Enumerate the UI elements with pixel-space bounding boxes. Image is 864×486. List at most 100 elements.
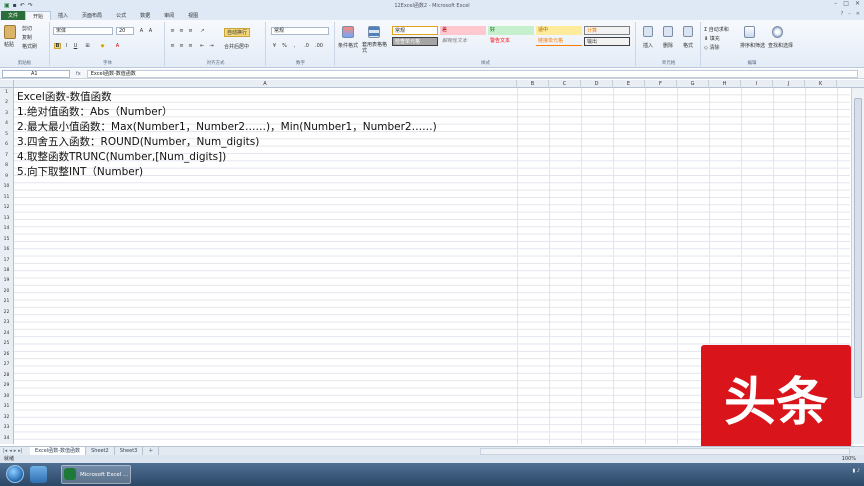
column-header-d[interactable]: D — [581, 80, 613, 88]
autosum-button[interactable]: Σ 自动求和 — [704, 26, 729, 33]
close-icon[interactable]: ✕ — [855, 0, 860, 7]
fill-color-icon[interactable]: ◆ — [99, 43, 106, 49]
help-icon[interactable]: ? — [841, 11, 844, 17]
align-bottom-icon[interactable]: ≡ — [187, 28, 194, 34]
currency-icon[interactable]: ¥ — [271, 43, 278, 49]
column-header-i[interactable]: I — [741, 80, 773, 88]
format-painter-button[interactable]: 格式刷 — [22, 43, 37, 50]
tab-data[interactable]: 数据 — [133, 11, 157, 20]
row-header[interactable]: 23 — [0, 318, 13, 328]
sheet-tab-3[interactable]: Sheet3 — [115, 447, 144, 455]
style-check-cell[interactable]: 检查单元格 — [392, 37, 438, 46]
style-linked-cell[interactable]: 链接单元格 — [536, 37, 582, 46]
volume-icon[interactable]: ♪ — [857, 468, 860, 474]
fx-icon[interactable]: fx — [76, 71, 81, 77]
row-header[interactable]: 11 — [0, 193, 13, 203]
column-header-k[interactable]: K — [805, 80, 837, 88]
style-normal[interactable]: 常规 — [392, 26, 438, 35]
style-calculation[interactable]: 计算 — [584, 26, 630, 35]
row-header[interactable]: 1 — [0, 88, 13, 98]
bold-icon[interactable]: B — [54, 43, 61, 49]
maximize-icon[interactable]: □ — [843, 0, 849, 7]
row-header[interactable]: 5 — [0, 130, 13, 140]
row-header[interactable]: 32 — [0, 413, 13, 423]
conditional-format-icon[interactable] — [342, 26, 354, 38]
row-header[interactable]: 34 — [0, 434, 13, 444]
tab-page-layout[interactable]: 页面布局 — [75, 11, 109, 20]
sort-filter-button[interactable]: 排序和筛选 — [740, 42, 765, 49]
start-button-icon[interactable] — [6, 465, 24, 483]
formula-input[interactable]: Excel函数-数值函数 — [86, 69, 858, 78]
sheet-tab-2[interactable]: Sheet2 — [86, 447, 115, 455]
font-color-icon[interactable]: A — [114, 43, 121, 49]
conditional-format-button[interactable]: 条件格式 — [338, 42, 358, 49]
row-header[interactable]: 17 — [0, 256, 13, 266]
style-warning[interactable]: 警告文本 — [488, 37, 534, 46]
format-cells-icon[interactable] — [683, 26, 693, 37]
italic-icon[interactable]: I — [63, 43, 70, 49]
ribbon-minimize-icon[interactable]: – — [848, 11, 851, 17]
row-header[interactable]: 33 — [0, 423, 13, 433]
horizontal-scrollbar[interactable] — [480, 448, 850, 455]
increase-decimal-icon[interactable]: .0 — [303, 43, 310, 49]
tab-insert[interactable]: 插入 — [51, 11, 75, 20]
border-icon[interactable]: ⊞ — [84, 43, 91, 49]
shrink-font-icon[interactable]: A — [147, 28, 154, 34]
minimize-icon[interactable]: – — [834, 0, 837, 7]
tab-file[interactable]: 文件 — [1, 11, 26, 20]
row-header[interactable]: 27 — [0, 360, 13, 370]
wrap-text-button[interactable]: 自动换行 — [224, 28, 251, 37]
row-header[interactable]: 19 — [0, 276, 13, 286]
delete-cells-button[interactable]: 删除 — [663, 42, 673, 49]
find-select-icon[interactable] — [772, 26, 783, 38]
column-header-b[interactable]: B — [517, 80, 549, 88]
cut-button[interactable]: 剪切 — [22, 25, 32, 32]
row-header[interactable]: 13 — [0, 214, 13, 224]
row-header[interactable]: 26 — [0, 350, 13, 360]
prev-sheet-icon[interactable]: ◂ — [9, 448, 12, 454]
row-header[interactable]: 20 — [0, 287, 13, 297]
comma-icon[interactable]: , — [291, 43, 298, 49]
number-format-select[interactable]: 常规 — [271, 27, 329, 35]
paste-icon[interactable] — [4, 25, 16, 39]
underline-icon[interactable]: U — [72, 43, 79, 49]
clear-button[interactable]: ◇ 清除 — [704, 44, 719, 51]
column-header-f[interactable]: F — [645, 80, 677, 88]
row-header[interactable]: 15 — [0, 235, 13, 245]
select-all-corner[interactable] — [0, 80, 14, 88]
column-header-a[interactable]: A — [14, 80, 517, 88]
browser-icon[interactable] — [30, 466, 47, 483]
cell-a1-text[interactable]: Excel函数-数值函数 — [17, 89, 112, 104]
vertical-scrollbar[interactable] — [851, 88, 864, 444]
row-header[interactable]: 16 — [0, 245, 13, 255]
align-center-icon[interactable]: ≡ — [178, 43, 185, 49]
style-neutral[interactable]: 适中 — [536, 26, 582, 35]
column-header-c[interactable]: C — [549, 80, 581, 88]
fill-button[interactable]: ⬇ 填充 — [704, 35, 720, 42]
percent-icon[interactable]: % — [281, 43, 288, 49]
decrease-indent-icon[interactable]: ⇤ — [199, 43, 206, 49]
sheet-tab-1[interactable]: Excel函数-数值函数 — [30, 447, 87, 455]
row-header[interactable]: 28 — [0, 371, 13, 381]
vertical-scroll-thumb[interactable] — [854, 98, 862, 398]
style-explanatory[interactable]: 解释性文本 — [440, 37, 486, 46]
delete-cells-icon[interactable] — [663, 26, 673, 37]
tab-review[interactable]: 审阅 — [157, 11, 181, 20]
align-top-icon[interactable]: ≡ — [169, 28, 176, 34]
format-as-table-button[interactable]: 套用表格格式 — [362, 42, 390, 54]
row-header[interactable]: 18 — [0, 266, 13, 276]
font-size-select[interactable]: 20 — [116, 27, 134, 35]
insert-cells-button[interactable]: 插入 — [643, 42, 653, 49]
format-as-table-icon[interactable] — [368, 26, 380, 38]
font-name-select[interactable]: 宋体 — [53, 27, 113, 35]
copy-button[interactable]: 复制 — [22, 34, 32, 41]
name-box[interactable]: A1 — [2, 69, 70, 78]
new-sheet-icon[interactable]: ＋ — [143, 447, 160, 455]
row-header[interactable]: 3 — [0, 109, 13, 119]
style-bad[interactable]: 差 — [440, 26, 486, 35]
row-header[interactable]: 7 — [0, 151, 13, 161]
row-header[interactable]: 6 — [0, 140, 13, 150]
row-header[interactable]: 30 — [0, 392, 13, 402]
column-header-e[interactable]: E — [613, 80, 645, 88]
style-good[interactable]: 好 — [488, 26, 534, 35]
